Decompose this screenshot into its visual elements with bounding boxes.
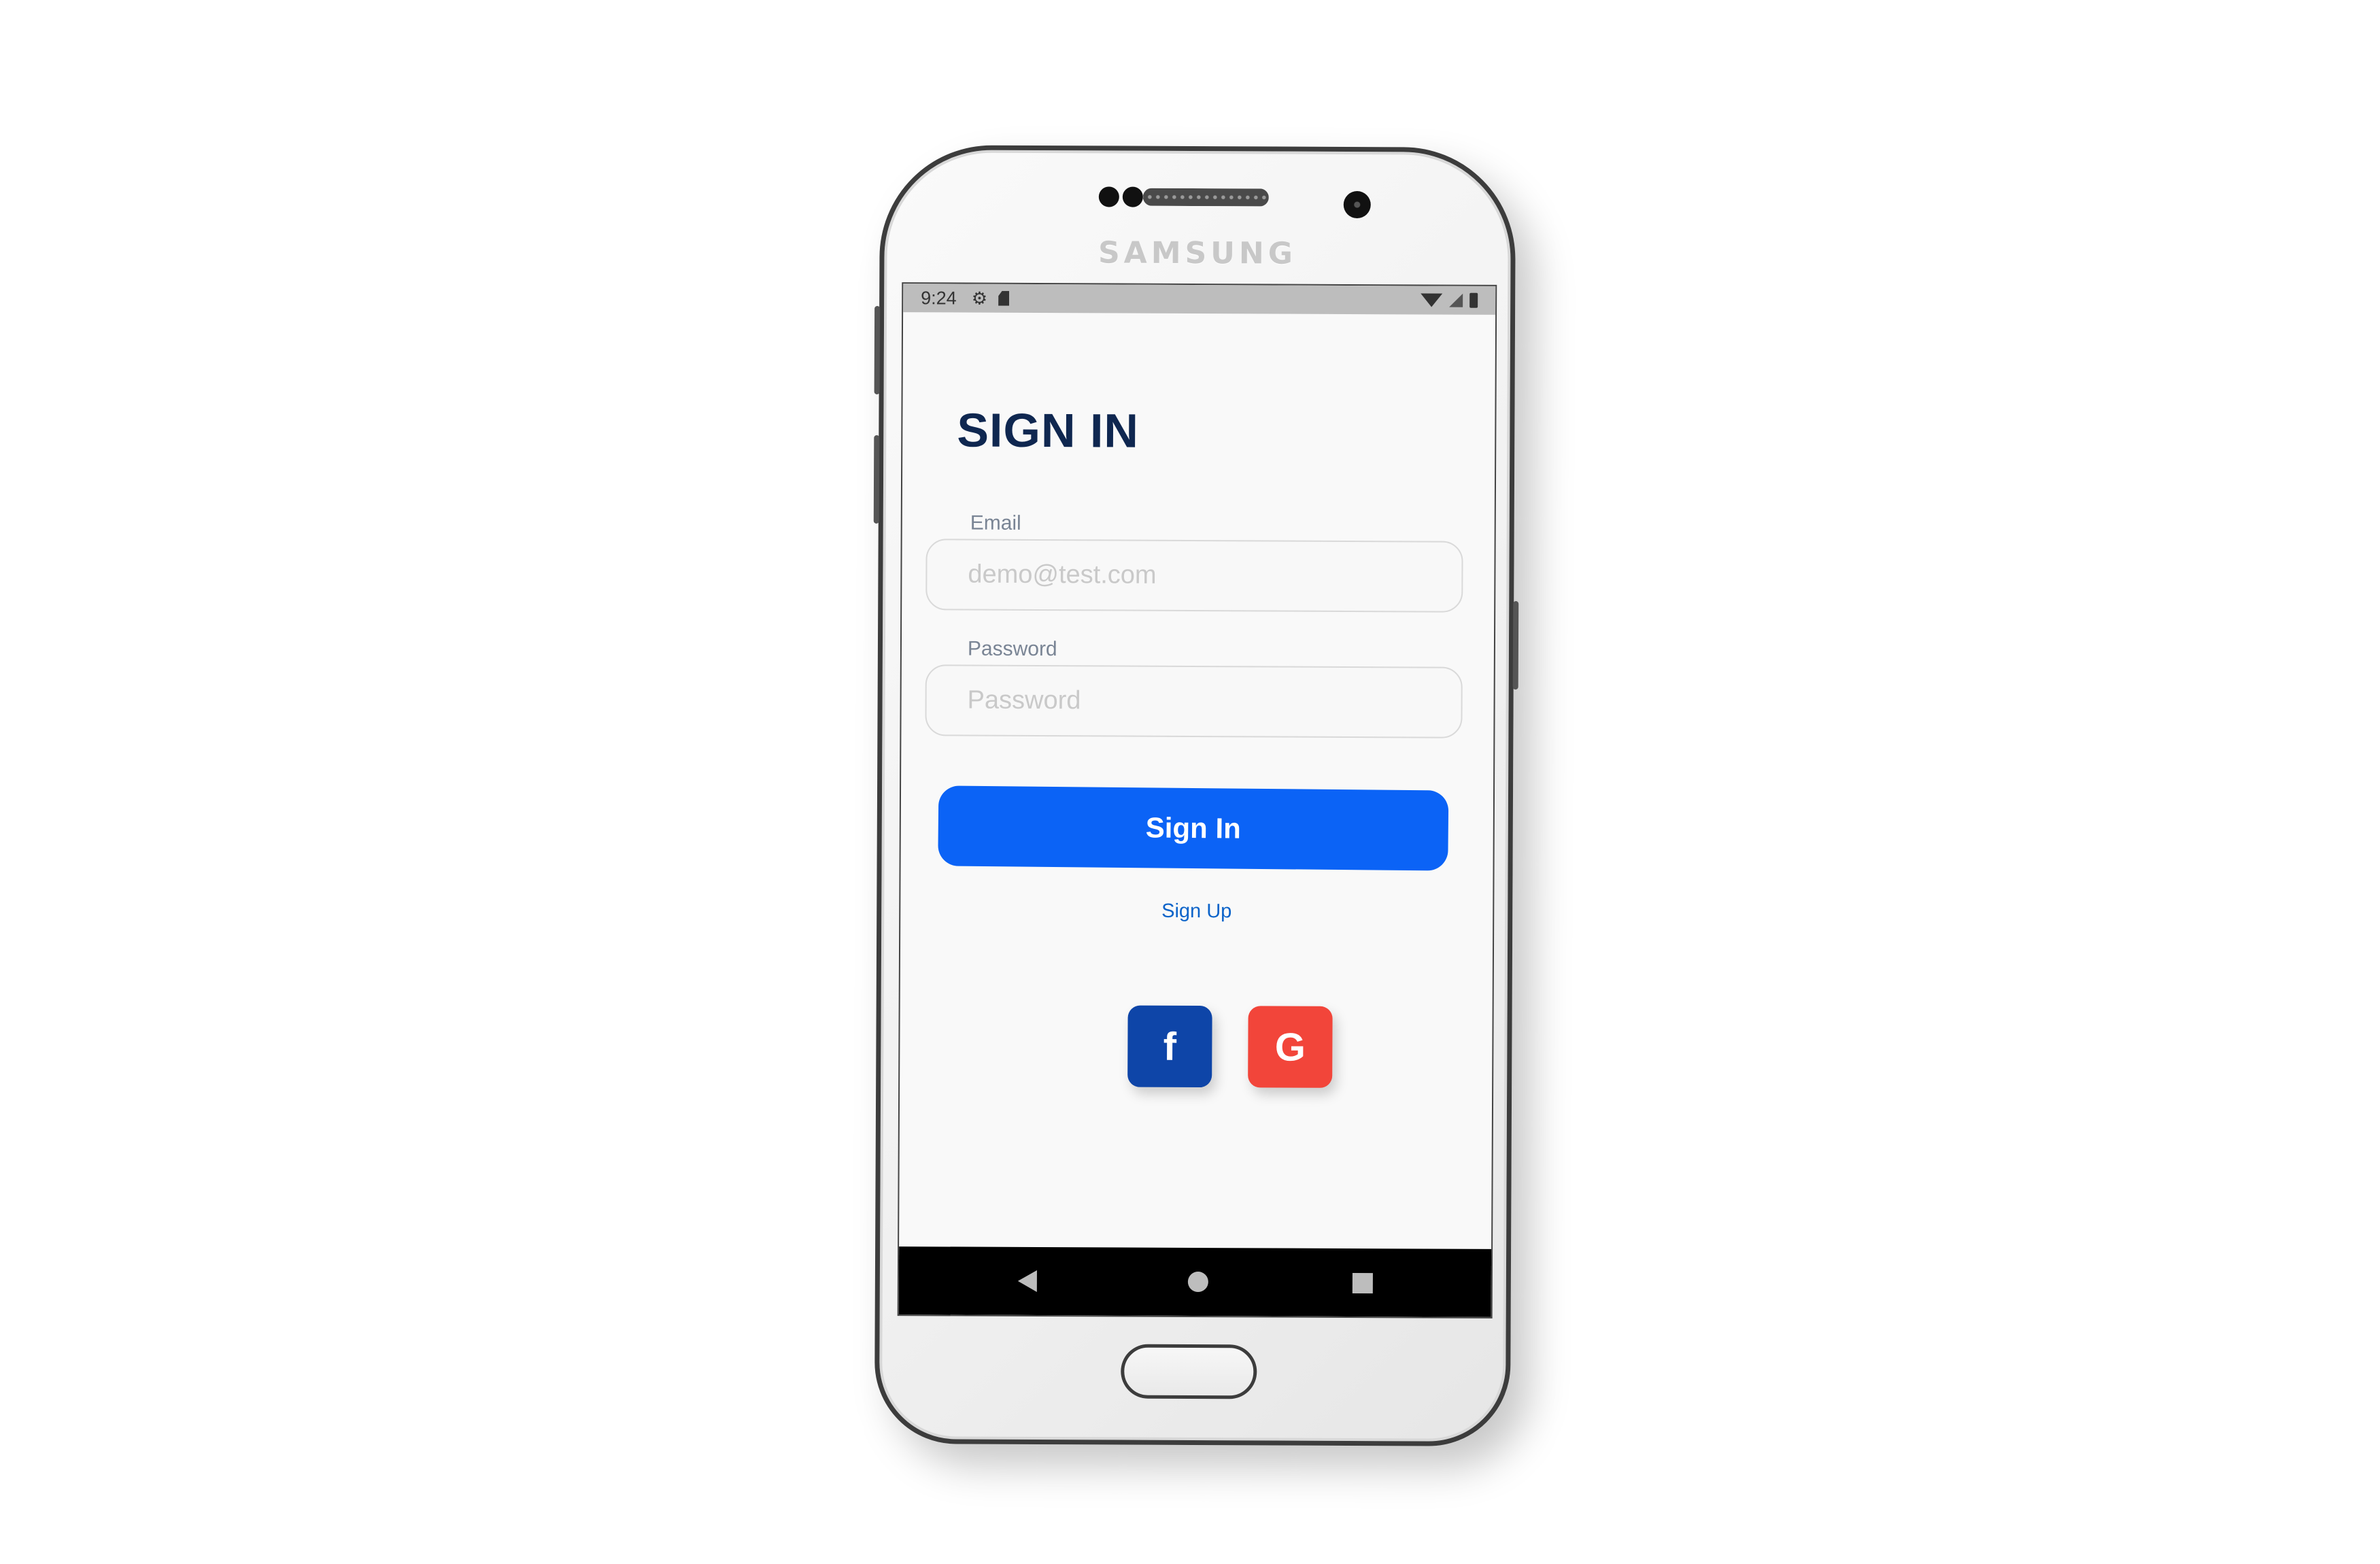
physical-home-button[interactable] [1121,1344,1257,1399]
wifi-icon [1421,293,1443,307]
front-camera [1343,190,1371,219]
system-nav-bar [898,1246,1492,1317]
facebook-icon: f [1163,1024,1177,1069]
volume-button [874,305,881,394]
sensor-dot [1122,186,1143,207]
sign-in-button[interactable]: Sign In [938,785,1449,871]
recents-icon[interactable] [1352,1273,1373,1294]
sign-up-link[interactable]: Sign Up [900,899,1493,924]
google-login-button[interactable]: G [1248,1006,1333,1088]
status-time: 9:24 [921,287,957,308]
earpiece-speaker [1142,188,1269,207]
sd-card-icon [998,291,1009,306]
app-screen: 9:24 ⚙ SIGN IN Email Password Sign In Si… [897,282,1497,1319]
bixby-button [873,435,880,524]
facebook-login-button[interactable]: f [1127,1005,1212,1088]
power-button [1512,601,1519,690]
status-bar: 9:24 ⚙ [903,284,1496,315]
google-icon: G [1274,1025,1306,1070]
sensor-dot [1098,186,1119,207]
cell-signal-icon [1449,293,1463,307]
home-icon[interactable] [1187,1271,1208,1293]
brand-logo: SAMSUNG [1098,235,1297,271]
battery-icon [1469,292,1478,308]
gear-icon: ⚙ [971,288,988,309]
email-label: Email [970,511,1021,534]
back-icon[interactable] [1017,1270,1037,1292]
page-title: SIGN IN [957,403,1140,458]
password-field[interactable] [925,664,1463,738]
email-field[interactable] [925,539,1463,613]
phone-device: SAMSUNG 9:24 ⚙ SIGN IN Email Password Si… [873,144,1519,1447]
password-label: Password [967,637,1057,661]
